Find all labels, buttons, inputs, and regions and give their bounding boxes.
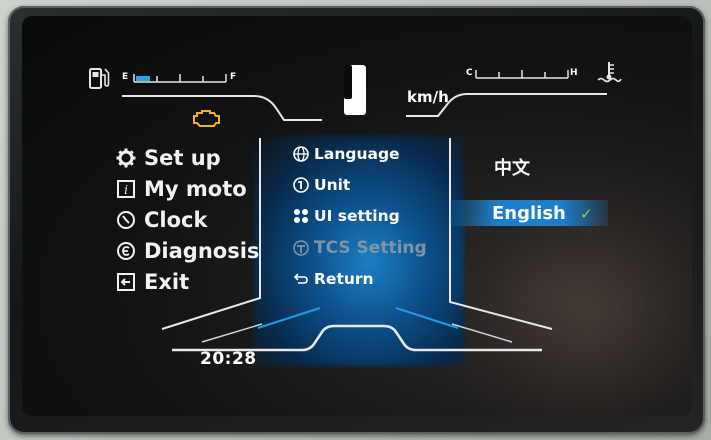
- language-option-english[interactable]: English: [492, 203, 566, 224]
- gear-icon: [116, 148, 136, 168]
- menu-item-label: Exit: [144, 270, 190, 294]
- info-box-icon: i: [116, 179, 136, 199]
- svg-text:i: i: [124, 183, 128, 197]
- clock-display: 20:28: [200, 349, 257, 369]
- tcs-icon: [292, 239, 310, 257]
- fuel-full-label: F: [230, 72, 237, 82]
- engine-warning-icon: [193, 110, 220, 127]
- speed-unit: km/h: [407, 88, 449, 106]
- clock-icon: [116, 210, 136, 230]
- menu-item-label: Set up: [144, 146, 221, 170]
- menu-item-label: My moto: [144, 177, 247, 201]
- fuel-level-bar: [136, 76, 150, 81]
- language-option-chinese[interactable]: 中文: [494, 154, 530, 180]
- fuel-pump-icon: [89, 68, 110, 89]
- gear-indicator: [344, 65, 366, 115]
- submenu-item-label: Unit: [314, 176, 351, 194]
- submenu-item-label: Language: [314, 145, 400, 163]
- menu-item-diagnosis[interactable]: Diagnosis: [116, 239, 259, 263]
- submenu-item-ui-setting[interactable]: UI setting: [292, 207, 400, 225]
- submenu-item-label: Return: [314, 270, 374, 288]
- menu-item-clock[interactable]: Clock: [116, 208, 207, 232]
- return-icon: [292, 270, 310, 288]
- gear-value: [344, 65, 366, 115]
- submenu-item-label: TCS Setting: [314, 238, 427, 258]
- tft-display: E F km/h C H Set up i My moto Clock Diag…: [22, 16, 692, 416]
- coolant-temp-icon: [597, 62, 622, 83]
- menu-item-set-up[interactable]: Set up: [116, 146, 221, 170]
- temp-hot-label: H: [570, 68, 578, 78]
- submenu-item-return[interactable]: Return: [292, 270, 374, 288]
- diagnosis-icon: [116, 241, 136, 261]
- menu-item-label: Diagnosis: [144, 239, 260, 263]
- menu-item-label: Clock: [144, 208, 208, 232]
- fuel-gauge-scale: [133, 74, 227, 83]
- temp-gauge-scale: [475, 70, 569, 79]
- globe-icon: [292, 145, 310, 163]
- unit-icon: [292, 176, 310, 194]
- menu-item-exit[interactable]: Exit: [116, 270, 189, 294]
- menu-item-my-moto[interactable]: i My moto: [116, 177, 247, 201]
- fuel-empty-label: E: [122, 72, 129, 82]
- submenu-item-unit[interactable]: Unit: [292, 176, 350, 194]
- ui-setting-icon: [292, 207, 310, 225]
- exit-icon: [116, 272, 136, 292]
- temp-cold-label: C: [466, 68, 473, 78]
- submenu-item-tcs-setting[interactable]: TCS Setting: [292, 238, 427, 258]
- submenu-item-language[interactable]: Language: [292, 145, 400, 163]
- selected-checkmark-icon: ✓: [580, 205, 593, 223]
- submenu-item-label: UI setting: [314, 207, 400, 225]
